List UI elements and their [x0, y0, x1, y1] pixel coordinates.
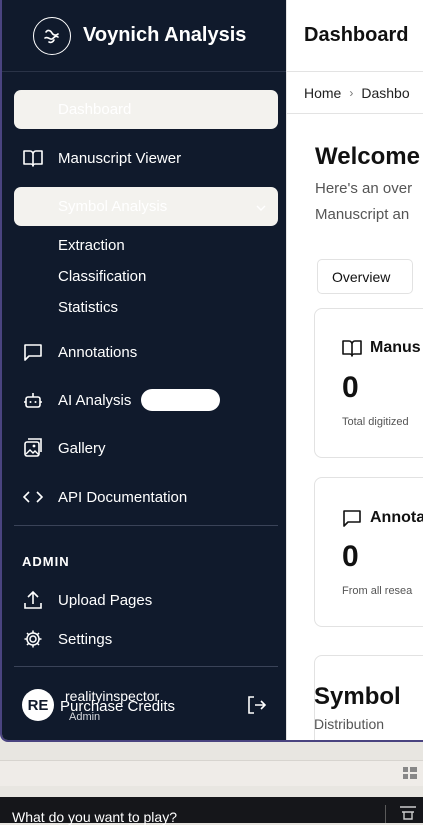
app-window: Voynich Analysis Dashboard Manuscript Vi… — [0, 0, 423, 742]
breadcrumb-current: Dashbo — [361, 84, 410, 101]
card-title: Annota — [342, 508, 423, 528]
sidebar-item-label: API Documentation — [58, 488, 188, 506]
sidebar-subitem-extraction[interactable]: Extraction — [58, 237, 125, 254]
brand-name: Voynich Analysis — [83, 24, 247, 46]
sidebar-item-symbol-analysis[interactable]: Symbol Analysis — [14, 187, 278, 226]
welcome-subtitle-line1: Here's an over — [315, 180, 413, 197]
avatar[interactable]: RE — [22, 689, 54, 721]
card-title-text: Annota — [370, 509, 423, 526]
chevron-down-icon — [256, 198, 266, 215]
sidebar-subitem-statistics[interactable]: Statistics — [58, 299, 118, 316]
sidebar-item-dashboard[interactable]: Dashboard — [14, 90, 278, 129]
sidebar-item-label: Manuscript Viewer — [58, 149, 182, 167]
layout-icon[interactable] — [403, 767, 417, 779]
welcome-heading: Welcome — [315, 143, 420, 170]
code-icon — [22, 486, 44, 508]
sidebar-item-label: Symbol Analysis — [58, 198, 168, 215]
upload-icon — [22, 589, 44, 611]
sidebar-item-api-documentation[interactable]: API Documentation — [22, 486, 187, 508]
sidebar-item-settings[interactable]: Settings — [22, 628, 112, 650]
sidebar-item-label: Settings — [58, 630, 113, 648]
message-square-icon — [342, 508, 362, 528]
card-note: From all resea — [342, 585, 413, 597]
logout-icon[interactable] — [247, 696, 267, 719]
tab-overview[interactable]: Overview — [317, 259, 413, 294]
book-open-icon — [22, 147, 44, 169]
page-title: Dashboard — [287, 0, 423, 72]
message-square-icon — [22, 341, 44, 363]
sidebar-divider — [14, 666, 278, 667]
sidebar: Voynich Analysis Dashboard Manuscript Vi… — [2, 0, 286, 740]
book-open-icon — [342, 339, 362, 357]
sidebar-item-upload-pages[interactable]: Upload Pages — [22, 589, 152, 611]
sidebar-subitem-classification[interactable]: Classification — [58, 268, 146, 285]
sidebar-item-annotations[interactable]: Annotations — [22, 341, 137, 363]
sidebar-item-label: AI Analysis — [58, 391, 132, 409]
breadcrumb-home[interactable]: Home — [304, 85, 341, 101]
symbols-subtitle: Distribution — [314, 716, 385, 732]
card-title-text: Manus — [370, 339, 421, 356]
browser-bottom-strip — [0, 760, 423, 786]
sidebar-item-gallery[interactable]: Gallery — [22, 437, 106, 459]
gear-icon — [22, 628, 44, 650]
card-note: Total digitized — [342, 416, 409, 428]
card-value: 0 — [342, 371, 359, 404]
main-content: Dashboard Home › Dashbo Welcome Here's a… — [286, 0, 423, 740]
play-menu-icon[interactable] — [399, 806, 417, 825]
play-divider — [385, 805, 386, 823]
card-title: Manus — [342, 339, 421, 357]
card-value: 0 — [342, 540, 359, 573]
sidebar-item-manuscript-viewer[interactable]: Manuscript Viewer — [22, 147, 181, 169]
user-role: Admin — [69, 711, 101, 723]
admin-section-heading: ADMIN — [22, 554, 70, 569]
sidebar-item-ai-analysis[interactable]: AI Analysis 12 Credits — [22, 389, 221, 411]
welcome-subtitle-line2: Manuscript an — [315, 206, 410, 223]
gallery-icon — [22, 437, 44, 459]
annotations-card: Annota 0 From all resea — [314, 477, 423, 627]
voynich-logo-icon — [33, 16, 71, 55]
manuscripts-card: Manus 0 Total digitized — [314, 308, 423, 458]
sidebar-divider — [14, 525, 278, 526]
credits-badge: 12 Credits — [141, 389, 221, 411]
sidebar-item-label: Annotations — [58, 343, 138, 361]
brand[interactable]: Voynich Analysis — [2, 0, 286, 72]
symbols-title: Symbol — [314, 683, 401, 710]
sidebar-item-label: Upload Pages — [58, 591, 153, 609]
sidebar-item-label: Gallery — [58, 439, 106, 457]
bot-icon — [22, 389, 44, 411]
chevron-right-icon: › — [349, 85, 354, 100]
breadcrumb: Home › Dashbo — [287, 72, 423, 114]
sidebar-item-label: Dashboard — [58, 101, 132, 118]
